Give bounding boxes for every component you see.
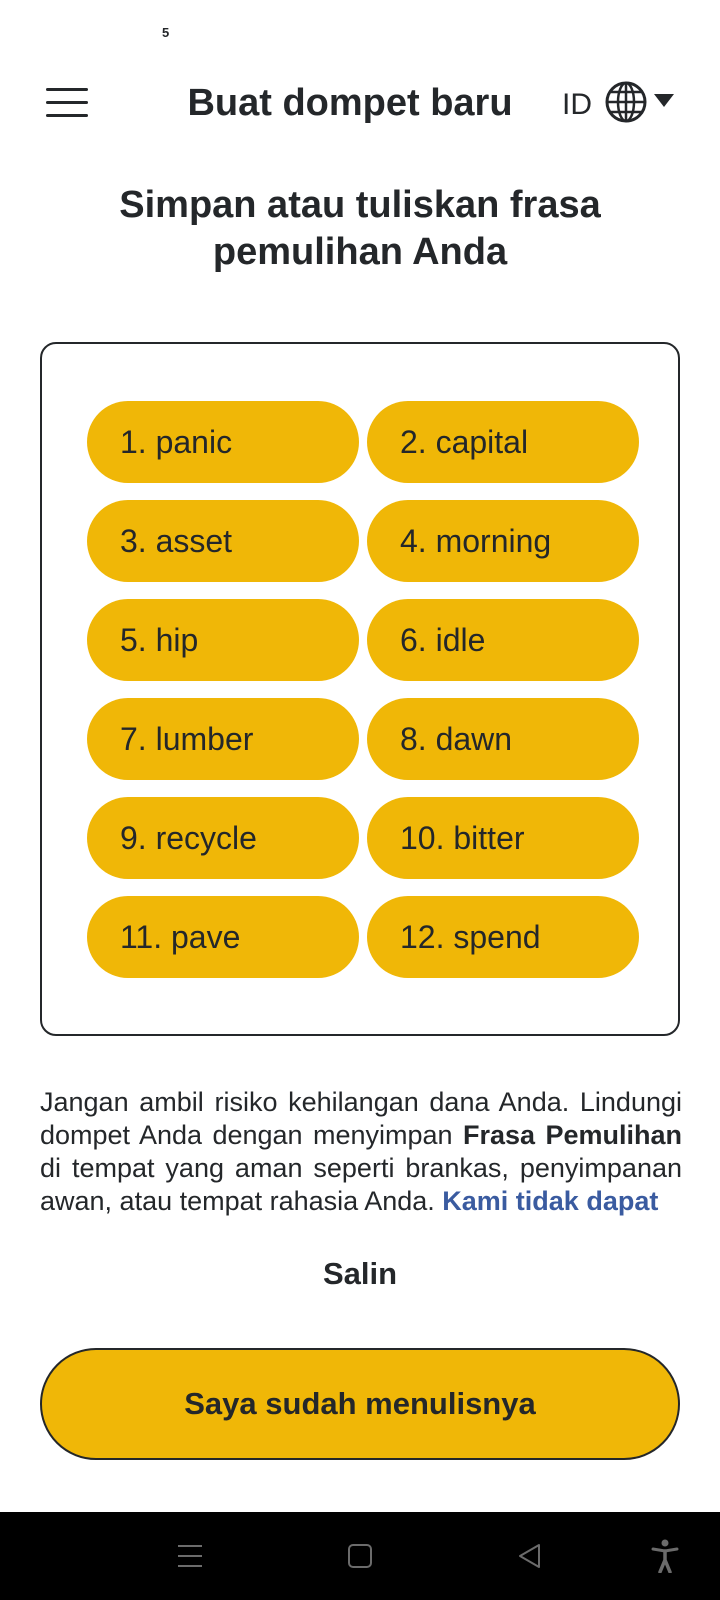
back-icon[interactable]	[500, 1512, 560, 1600]
phrase-word[interactable]: 3. asset	[87, 500, 359, 582]
system-nav-bar	[0, 1512, 720, 1600]
page-title: Buat dompet baru	[187, 82, 513, 124]
globe-icon	[605, 81, 647, 123]
phrase-word[interactable]: 4. morning	[367, 500, 639, 582]
language-selector[interactable]: ID	[560, 78, 680, 128]
phrase-word[interactable]: 8. dawn	[367, 698, 639, 780]
recent-apps-icon[interactable]	[160, 1512, 220, 1600]
recovery-phrase-grid: 1. panic 2. capital 3. asset 4. morning …	[87, 401, 639, 978]
copy-button[interactable]: Salin	[260, 1256, 460, 1292]
info-text: Jangan ambil risiko kehilangan dana Anda…	[40, 1086, 682, 1218]
phrase-word[interactable]: 12. spend	[367, 896, 639, 978]
phrase-word[interactable]: 9. recycle	[87, 797, 359, 879]
app-header: Buat dompet baru ID	[0, 60, 720, 150]
info-bold-text: Frasa Pemulihan	[462, 1120, 682, 1150]
phrase-word[interactable]: 5. hip	[87, 599, 359, 681]
recovery-phrase-box: 1. panic 2. capital 3. asset 4. morning …	[40, 342, 680, 1036]
info-link[interactable]: Kami tidak dapat	[442, 1186, 658, 1216]
notification-count: 5	[162, 25, 170, 40]
phrase-word[interactable]: 2. capital	[367, 401, 639, 483]
confirm-written-label: Saya sudah menulisnya	[184, 1386, 536, 1421]
phrase-word[interactable]: 6. idle	[367, 599, 639, 681]
language-code: ID	[562, 88, 592, 121]
page-heading: Simpan atau tuliskan frasa pemulihan And…	[119, 184, 601, 273]
caret-down-icon	[654, 94, 674, 107]
phrase-word[interactable]: 11. pave	[87, 896, 359, 978]
home-icon[interactable]	[330, 1512, 390, 1600]
phrase-word[interactable]: 7. lumber	[87, 698, 359, 780]
accessibility-icon[interactable]	[640, 1512, 690, 1600]
phrase-word[interactable]: 10. bitter	[367, 797, 639, 879]
confirm-written-button[interactable]: Saya sudah menulisnya	[40, 1348, 680, 1460]
phrase-word[interactable]: 1. panic	[87, 401, 359, 483]
hamburger-menu-icon[interactable]	[44, 86, 90, 120]
status-bar: 5	[0, 0, 720, 60]
